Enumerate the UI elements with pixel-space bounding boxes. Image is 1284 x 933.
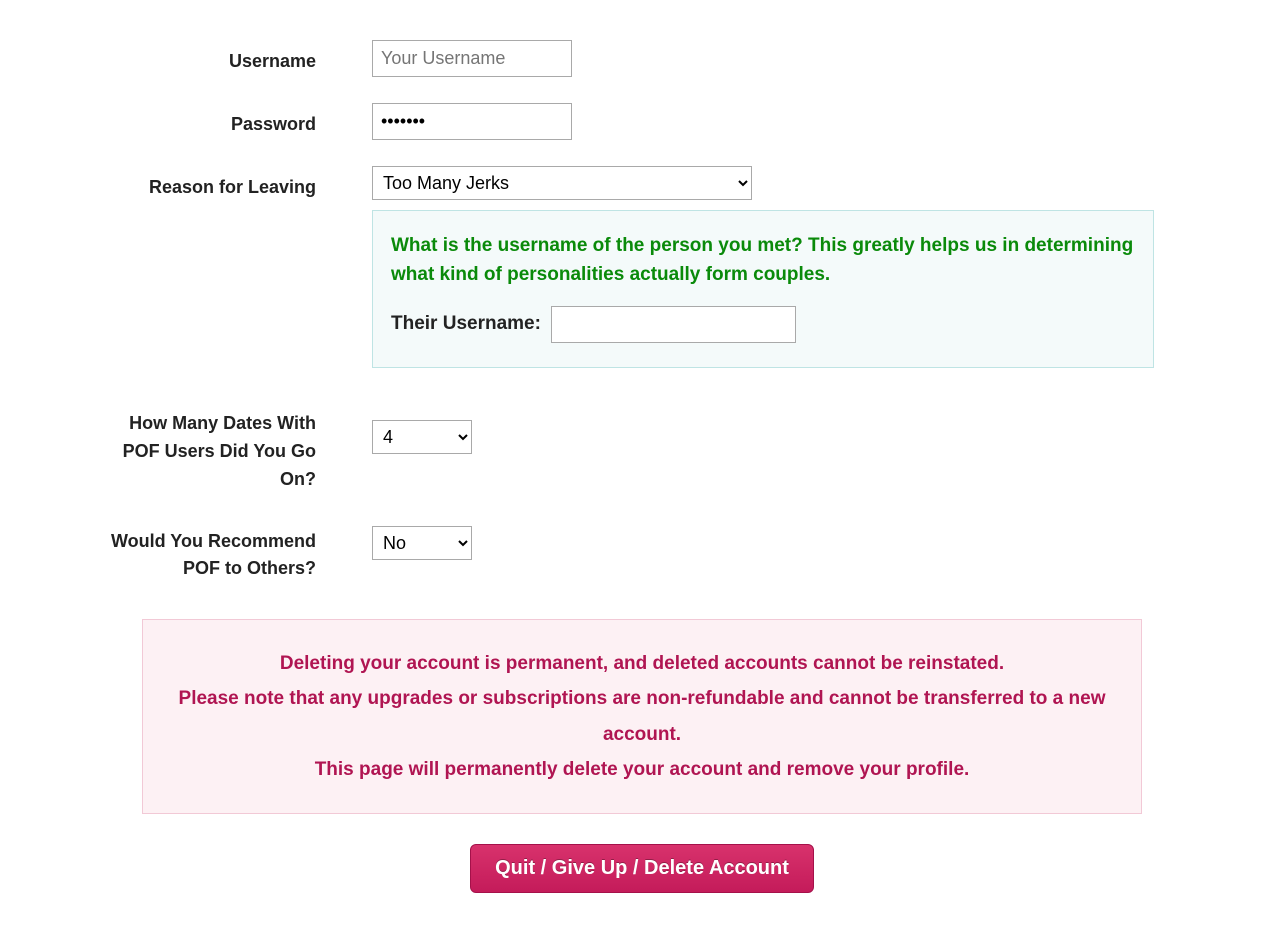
warning-box: Deleting your account is permanent, and … — [142, 619, 1142, 814]
username-row: Username — [92, 40, 1192, 77]
password-label: Password — [92, 103, 372, 139]
callout-heading: What is the username of the person you m… — [391, 231, 1135, 290]
password-input[interactable] — [372, 103, 572, 140]
reason-select[interactable]: Too Many Jerks — [372, 166, 752, 200]
password-row: Password — [92, 103, 1192, 140]
recommend-label: Would You Recommend POF to Others? — [92, 520, 372, 584]
their-username-input[interactable] — [551, 306, 796, 343]
username-label: Username — [92, 40, 372, 76]
their-username-row: Their Username: — [391, 306, 1135, 343]
button-row: Quit / Give Up / Delete Account — [92, 844, 1192, 893]
recommend-row: Would You Recommend POF to Others? No — [92, 520, 1192, 584]
recommend-select[interactable]: No — [372, 526, 472, 560]
dates-select[interactable]: 4 — [372, 420, 472, 454]
reason-row: Reason for Leaving Too Many Jerks What i… — [92, 166, 1192, 368]
warning-line-2: Please note that any upgrades or subscri… — [163, 681, 1121, 751]
delete-account-button[interactable]: Quit / Give Up / Delete Account — [470, 844, 814, 893]
their-username-label: Their Username: — [391, 313, 541, 335]
delete-account-form: Username Password Reason for Leaving Too… — [92, 0, 1192, 933]
met-someone-callout: What is the username of the person you m… — [372, 210, 1154, 368]
reason-label: Reason for Leaving — [92, 166, 372, 202]
warning-line-1: Deleting your account is permanent, and … — [163, 646, 1121, 681]
dates-row: How Many Dates With POF Users Did You Go… — [92, 402, 1192, 494]
dates-label: How Many Dates With POF Users Did You Go… — [92, 402, 372, 494]
warning-line-3: This page will permanently delete your a… — [163, 752, 1121, 787]
username-input[interactable] — [372, 40, 572, 77]
